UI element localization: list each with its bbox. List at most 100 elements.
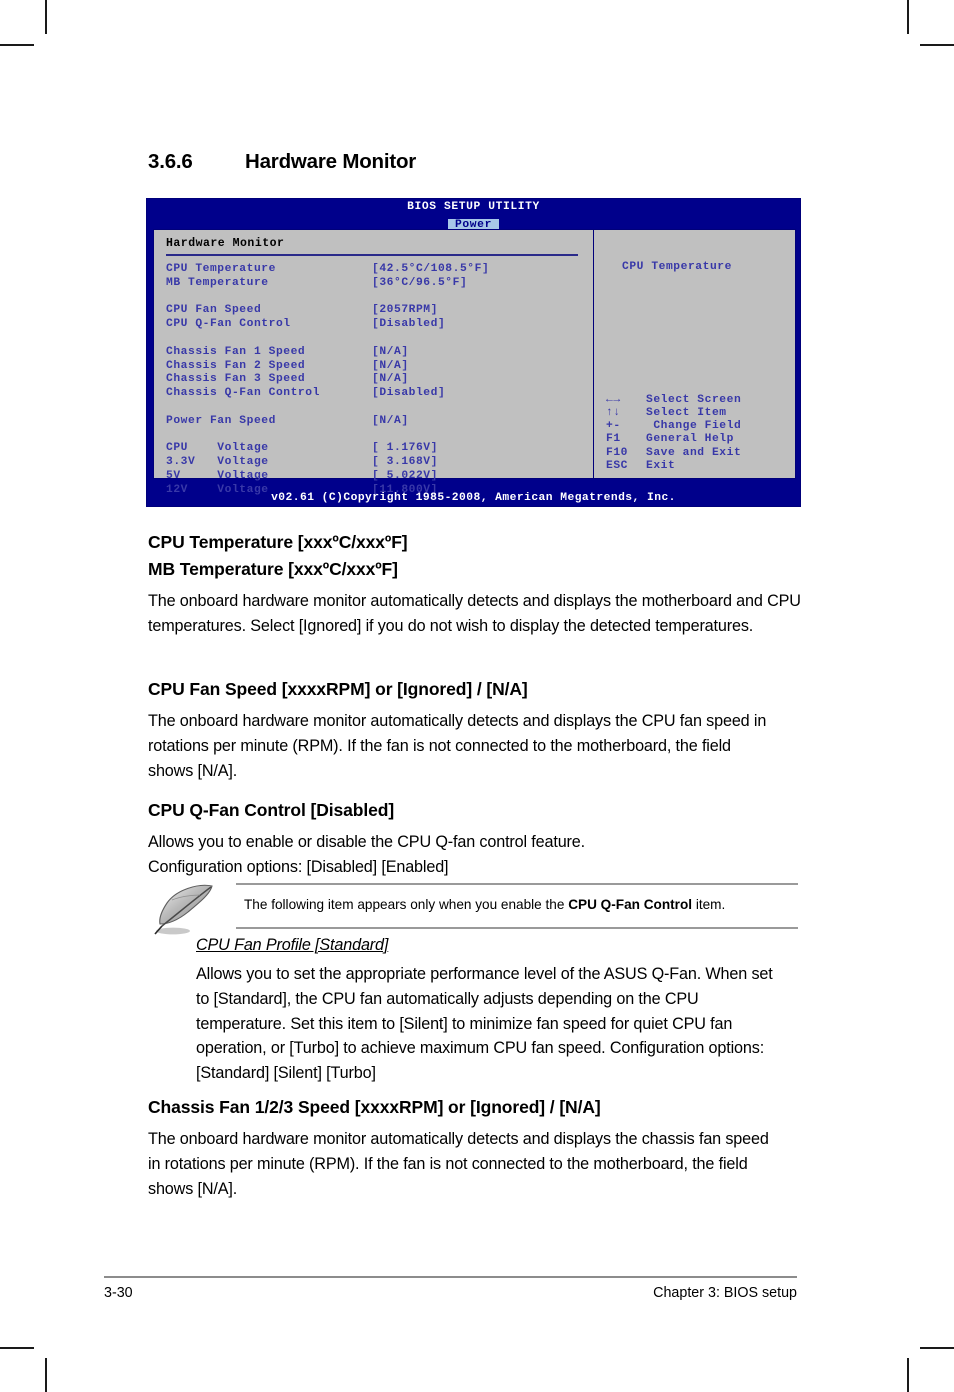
bios-setup-screenshot: BIOS SETUP UTILITY Power Hardware Monito… <box>146 198 801 507</box>
footer-divider <box>104 1276 797 1278</box>
key-legend-key: F10 <box>606 446 628 459</box>
row-label: 5V Voltage <box>166 469 269 482</box>
row-value[interactable]: [2057RPM] <box>372 304 438 316</box>
key-legend-action: Select Item <box>646 406 727 419</box>
row-value[interactable]: [ 5.022V] <box>372 470 438 482</box>
crop-mark-top-left-h <box>0 44 34 46</box>
hardware-monitor-row[interactable]: 3.3V Voltage [ 3.168V] <box>166 456 593 470</box>
hardware-monitor-row[interactable]: Chassis Fan 2 Speed [N/A] <box>166 360 593 374</box>
crop-mark-bottom-right-h <box>920 1347 954 1349</box>
heading-mb-temperature: MB Temperature [xxxºC/xxxºF] <box>148 559 398 579</box>
hardware-monitor-row[interactable]: CPU Q-Fan Control [Disabled] <box>166 318 593 332</box>
row-label: Chassis Fan 2 Speed <box>166 359 306 372</box>
key-legend-key: ESC <box>606 459 628 472</box>
key-legend: ←→ Select Screen ↑↓ Select Item +- Change Fi… <box>606 394 741 473</box>
hardware-monitor-row[interactable]: Power Fan Speed [N/A] <box>166 415 593 429</box>
paragraph-cpu-qfan-control: Allows you to enable or disable the CPU … <box>148 833 585 876</box>
crop-mark-top-right-h <box>920 44 954 46</box>
bios-copyright: v02.61 (C)Copyright 1985-2008, American … <box>271 492 676 504</box>
hardware-monitor-heading: Hardware Monitor <box>166 237 285 250</box>
row-value[interactable]: [Disabled] <box>372 387 445 399</box>
crop-mark-bottom-right-v <box>907 1358 909 1392</box>
quill-pen-icon <box>148 882 232 940</box>
key-legend-action: General Help <box>646 433 734 446</box>
row-spacer <box>166 291 593 305</box>
key-legend-row: +- Change Field <box>606 420 741 433</box>
hardware-monitor-row[interactable]: Chassis Q-Fan Control [Disabled] <box>166 387 593 401</box>
hardware-monitor-row[interactable]: MB Temperature [36°C/96.5°F] <box>166 277 593 291</box>
crop-mark-top-right-v <box>907 0 909 34</box>
key-legend-key: ↑↓ <box>606 406 621 419</box>
row-value[interactable]: [Disabled] <box>372 318 445 330</box>
hardware-monitor-row[interactable]: Chassis Fan 1 Speed [N/A] <box>166 346 593 360</box>
key-legend-row: ↑↓ Select Item <box>606 407 741 420</box>
row-label: Chassis Fan 3 Speed <box>166 373 306 386</box>
bios-settings-panel: Hardware Monitor CPU Temperature [42.5°C/… <box>154 230 594 496</box>
crop-mark-bottom-left-v <box>45 1358 47 1392</box>
hardware-monitor-list: CPU Temperature [42.5°C/108.5°F] MB Temper… <box>166 263 593 498</box>
key-legend-action: Save and Exit <box>646 446 742 459</box>
footer-page-number: 3-30 <box>104 1285 133 1301</box>
row-spacer <box>166 429 593 443</box>
key-legend-action: Exit <box>646 459 676 472</box>
key-legend-action: Select Screen <box>646 393 742 406</box>
hardware-monitor-row[interactable]: CPU Temperature [42.5°C/108.5°F] <box>166 263 593 277</box>
help-text: CPU Temperature <box>622 261 732 273</box>
hardware-monitor-row[interactable]: 5V Voltage [ 5.022V] <box>166 470 593 484</box>
key-legend-action: Change Field <box>646 420 742 433</box>
heading-cpu-temperature: CPU Temperature [xxxºC/xxxºF] <box>148 532 408 552</box>
paragraph-temperature: The onboard hardware monitor automatical… <box>148 592 801 635</box>
row-label: CPU Voltage <box>166 442 269 455</box>
row-spacer <box>166 332 593 346</box>
note-rule-top <box>236 883 798 885</box>
row-spacer <box>166 401 593 415</box>
page-title: 3.6.6 Hardware Monitor <box>148 150 416 174</box>
crop-mark-top-left-v <box>45 0 47 34</box>
hardware-monitor-row[interactable]: CPU Voltage [ 1.176V] <box>166 442 593 456</box>
note-box: The following item appears only when you… <box>148 882 800 940</box>
note-text-before: The following item appears only when you… <box>244 897 569 912</box>
paragraph-cpu-fan-speed: The onboard hardware monitor automatical… <box>148 712 767 780</box>
key-legend-key: +- <box>606 420 621 433</box>
row-value[interactable]: [N/A] <box>372 360 409 372</box>
bios-utility-title: BIOS SETUP UTILITY <box>407 201 540 213</box>
heading-cpu-fan-profile: CPU Fan Profile [Standard] <box>196 936 389 954</box>
row-value[interactable]: [N/A] <box>372 415 409 427</box>
row-label: Chassis Q-Fan Control <box>166 387 320 400</box>
note-rule-bottom <box>236 927 798 929</box>
key-legend-row: F1 General Help <box>606 433 741 446</box>
bios-body: Hardware Monitor CPU Temperature [42.5°C/… <box>153 229 796 496</box>
bios-help-panel: CPU Temperature ←→ Select Screen ↑↓ Select … <box>594 230 795 478</box>
paragraph-chassis-fan-speed: The onboard hardware monitor automatical… <box>148 1130 769 1198</box>
note-text-bold: CPU Q-Fan Control <box>568 897 693 912</box>
key-legend-key: F1 <box>606 433 621 446</box>
hardware-monitor-row[interactable]: Chassis Fan 3 Speed [N/A] <box>166 373 593 387</box>
panel-divider <box>166 254 578 256</box>
row-label: Power Fan Speed <box>166 414 276 427</box>
section-title: Hardware Monitor <box>245 150 417 173</box>
crop-mark-bottom-left-h <box>0 1347 34 1349</box>
row-value[interactable]: [36°C/96.5°F] <box>372 277 467 289</box>
row-value[interactable]: [ 1.176V] <box>372 442 438 454</box>
heading-cpu-fan-speed: CPU Fan Speed [xxxxRPM] or [Ignored] / [… <box>148 679 528 699</box>
key-legend-row: ←→ Select Screen <box>606 394 741 407</box>
bios-tab-bar: Power <box>147 214 800 232</box>
heading-chassis-fan-speed: Chassis Fan 1/2/3 Speed [xxxxRPM] or [Ig… <box>148 1097 601 1117</box>
note-text-after: item. <box>692 897 726 912</box>
note-text: The following item appears only when you… <box>244 895 725 915</box>
footer-chapter-label: Chapter 3: BIOS setup <box>653 1285 797 1301</box>
row-label: Chassis Fan 1 Speed <box>166 345 306 358</box>
row-value[interactable]: [ 3.168V] <box>372 456 438 468</box>
row-label: CPU Fan Speed <box>166 304 262 317</box>
row-value[interactable]: [42.5°C/108.5°F] <box>372 263 489 275</box>
row-label: CPU Temperature <box>166 263 276 275</box>
section-number: 3.6.6 <box>148 150 193 173</box>
key-legend-key: ←→ <box>606 393 621 406</box>
key-legend-row: F10 Save and Exit <box>606 447 741 460</box>
row-label: MB Temperature <box>166 276 269 289</box>
row-value[interactable]: [N/A] <box>372 373 409 385</box>
row-value[interactable]: [N/A] <box>372 346 409 358</box>
heading-cpu-qfan-control: CPU Q-Fan Control [Disabled] <box>148 800 395 820</box>
row-label: CPU Q-Fan Control <box>166 318 291 331</box>
hardware-monitor-row[interactable]: CPU Fan Speed [2057RPM] <box>166 304 593 318</box>
